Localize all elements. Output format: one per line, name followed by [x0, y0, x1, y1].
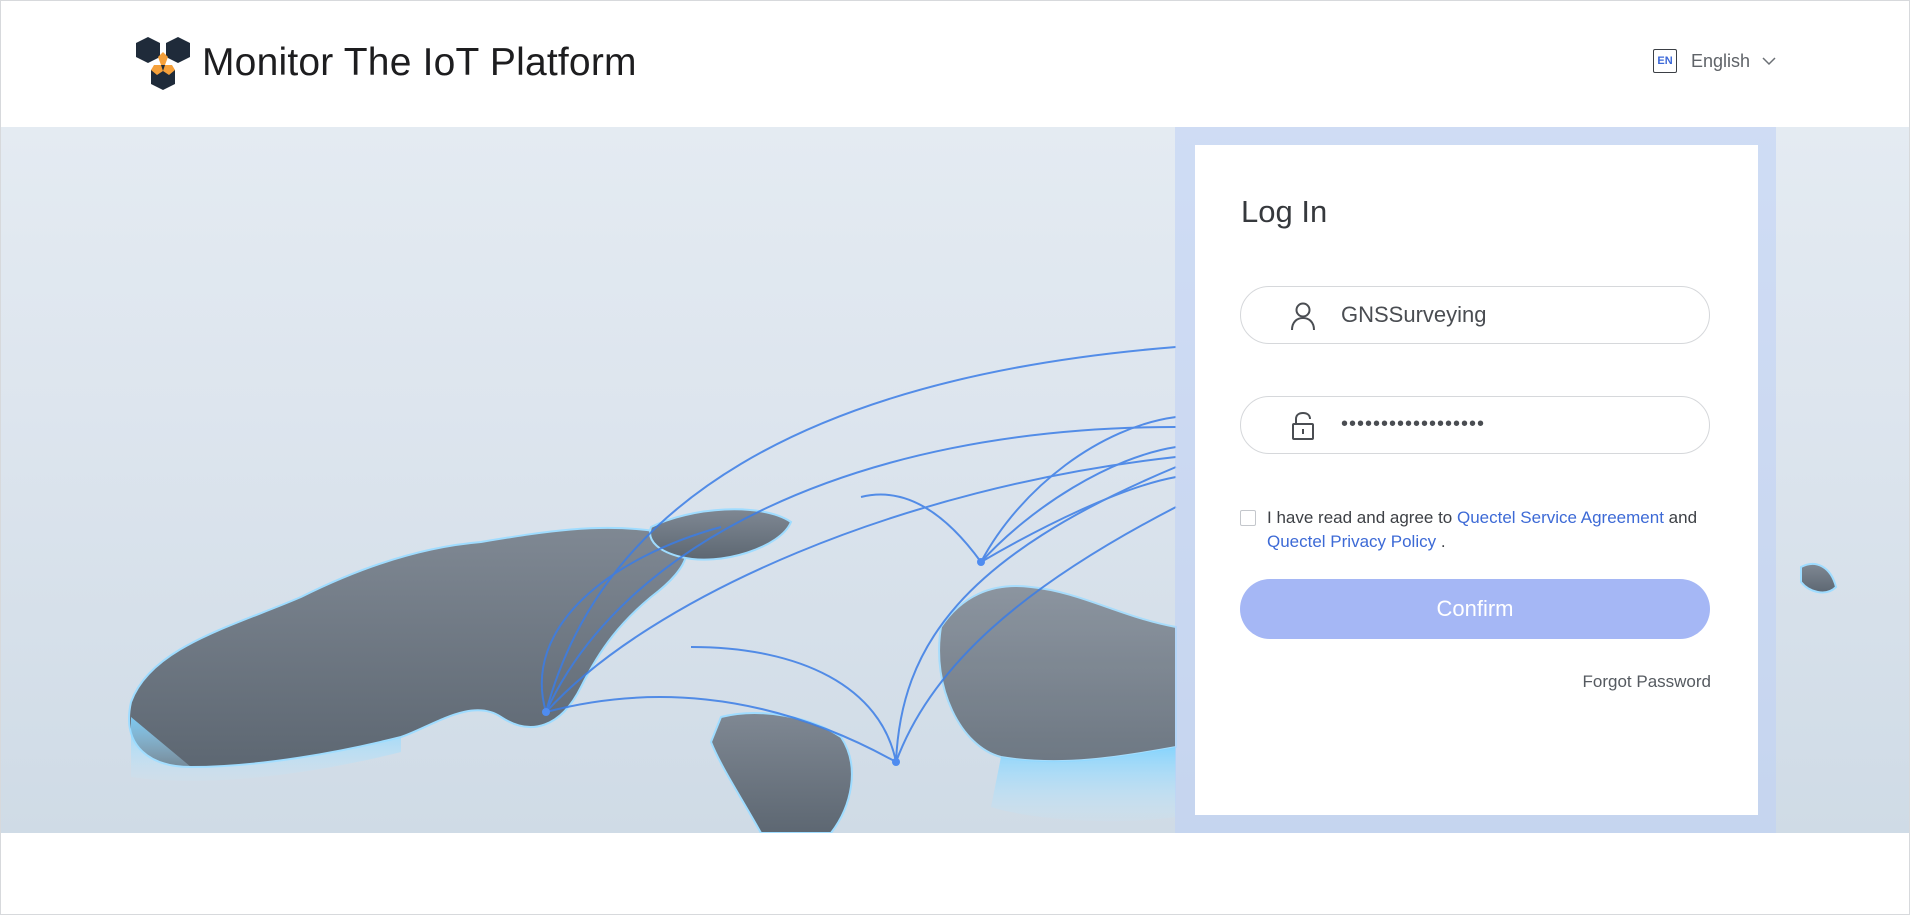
password-value: •••••••••••••••••• — [1341, 413, 1486, 435]
username-value: GNSSurveying — [1341, 302, 1487, 327]
unlock-icon — [1292, 411, 1314, 440]
brand-logo-icon — [136, 37, 190, 90]
login-title: Log In — [1241, 194, 1328, 229]
agreement-conjunction: and — [1668, 508, 1698, 527]
language-label: English — [1691, 50, 1751, 71]
username-field[interactable]: GNSSurveying — [1240, 286, 1710, 344]
confirm-button[interactable]: Confirm — [1240, 579, 1710, 639]
service-agreement-link[interactable]: Quectel Service Agreement — [1457, 508, 1664, 527]
agreement-checkbox[interactable] — [1240, 510, 1256, 526]
privacy-policy-link[interactable]: Quectel Privacy Policy — [1267, 532, 1436, 551]
top-header: Monitor The IoT Platform EN English — [1, 1, 1909, 127]
agreement-prefix: I have read and agree to — [1267, 508, 1453, 527]
user-icon — [1291, 302, 1315, 331]
forgot-password-link[interactable]: Forgot Password — [1583, 672, 1712, 692]
agreement-text: I have read and agree to Quectel Service… — [1267, 506, 1717, 554]
login-card: Log In GNSSurveying •••••••••••••••••• I… — [1195, 145, 1758, 815]
agreement-suffix: . — [1440, 532, 1446, 551]
app-title: Monitor The IoT Platform — [202, 41, 637, 84]
chevron-down-icon — [1762, 57, 1776, 66]
password-field[interactable]: •••••••••••••••••• — [1240, 396, 1710, 454]
language-selector[interactable]: EN English — [1653, 47, 1776, 75]
en-badge-icon: EN — [1653, 49, 1677, 73]
